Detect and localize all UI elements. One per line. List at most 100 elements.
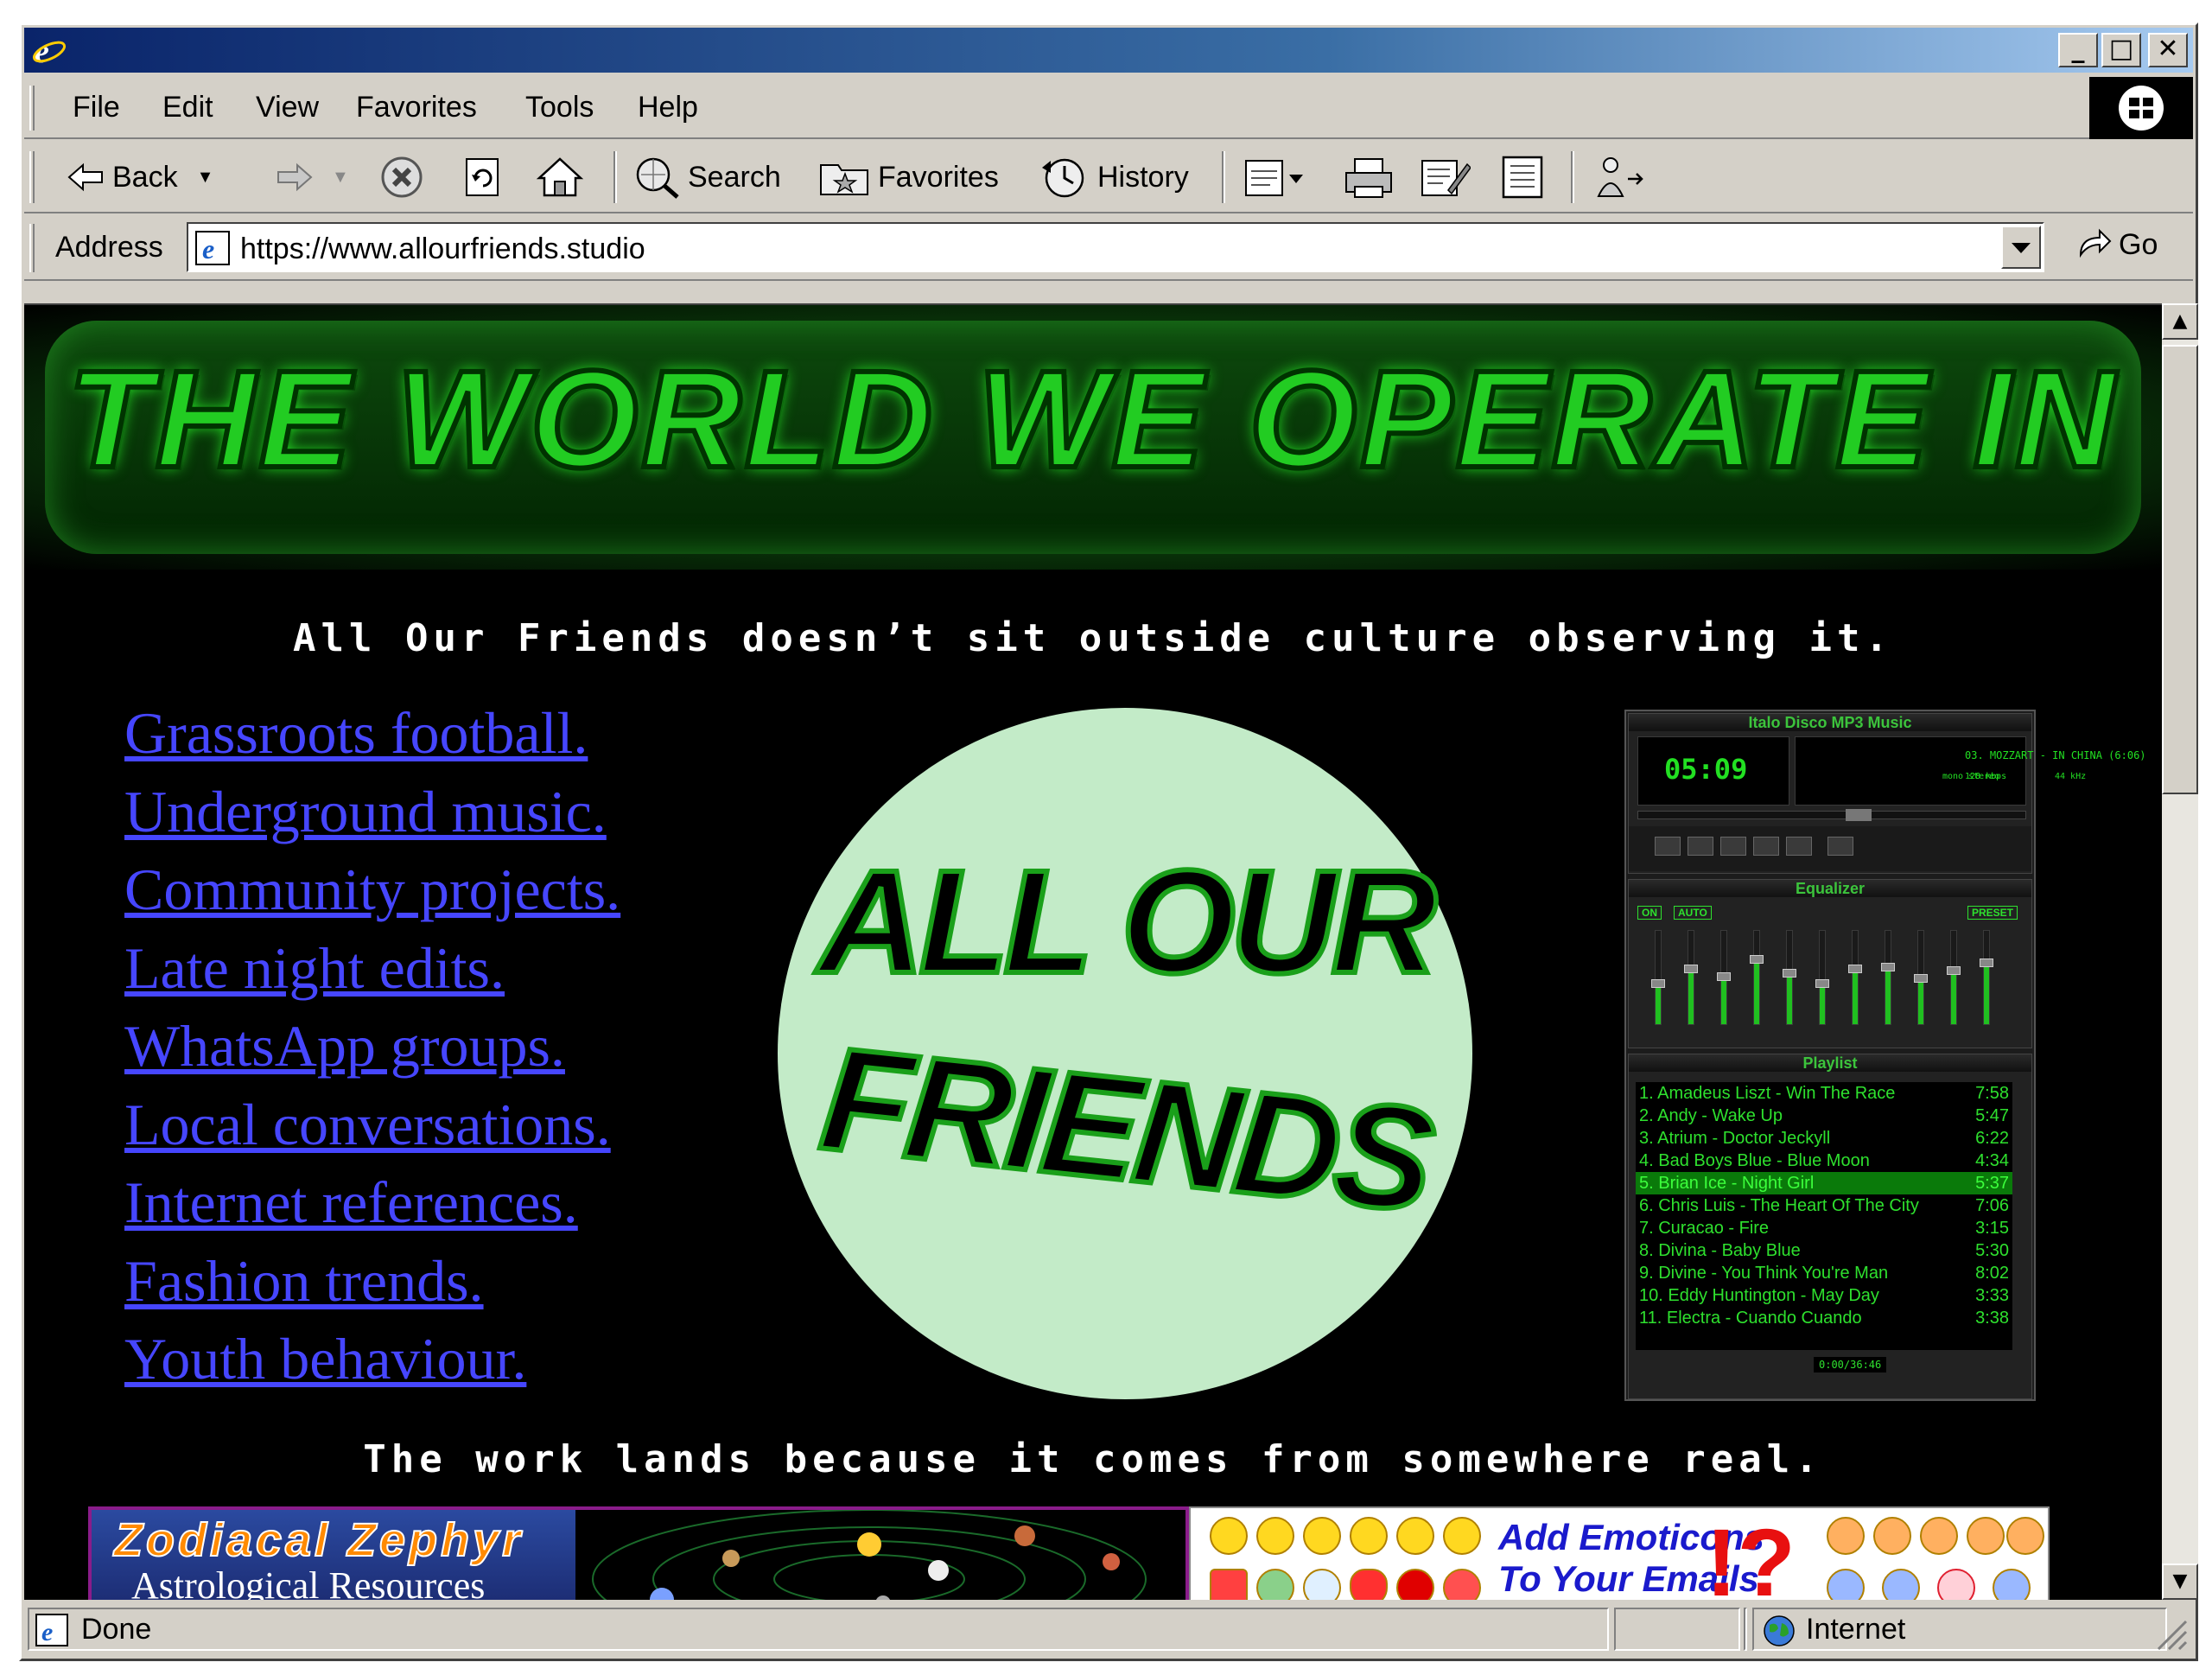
eq-band-slider[interactable] bbox=[1651, 930, 1665, 1025]
discuss-button[interactable] bbox=[1497, 153, 1555, 201]
link-internet-references[interactable]: Internet references. bbox=[124, 1163, 620, 1242]
eq-band-slider[interactable] bbox=[1947, 930, 1961, 1025]
eq-band-slider[interactable] bbox=[1815, 930, 1829, 1025]
playlist-row[interactable]: 1. Amadeus Liszt - Win The Race 7:58 bbox=[1636, 1082, 2012, 1105]
eq-on-button[interactable]: ON bbox=[1637, 906, 1662, 920]
menubar-grip[interactable] bbox=[29, 86, 35, 131]
toolbar-grip[interactable] bbox=[29, 151, 35, 203]
playlist-row[interactable]: 6. Chris Luis - The Heart Of The City 7:0… bbox=[1636, 1194, 2012, 1217]
playlist-row[interactable]: 8. Divina - Baby Blue 5:30 bbox=[1636, 1239, 2012, 1262]
eq-band-knob[interactable] bbox=[1947, 966, 1961, 975]
back-button[interactable]: Back ▼ bbox=[67, 153, 213, 201]
mail-button[interactable] bbox=[1243, 153, 1312, 201]
link-whatsapp-groups[interactable]: WhatsApp groups. bbox=[124, 1007, 620, 1086]
page-viewport[interactable]: THE WORLD WE OPERATE IN All Our Friends … bbox=[24, 303, 2162, 1600]
forward-dropdown-icon[interactable]: ▼ bbox=[332, 168, 349, 188]
playlist-row[interactable]: 3. Atrium - Doctor Jeckyll 6:22 bbox=[1636, 1127, 2012, 1150]
prev-button[interactable] bbox=[1655, 837, 1681, 856]
search-button[interactable]: Search bbox=[634, 153, 781, 201]
eq-band-slider[interactable] bbox=[1980, 930, 1993, 1025]
maximize-button[interactable]: □ bbox=[2101, 33, 2141, 67]
address-input[interactable]: e https://www.allourfriends.studio bbox=[187, 222, 2044, 272]
edit-button[interactable] bbox=[1419, 153, 1478, 201]
link-community-projects[interactable]: Community projects. bbox=[124, 850, 620, 929]
link-fashion-trends[interactable]: Fashion trends. bbox=[124, 1242, 620, 1321]
address-dropdown-button[interactable] bbox=[2001, 226, 2041, 269]
eq-band-slider[interactable] bbox=[1848, 930, 1862, 1025]
eq-band-knob[interactable] bbox=[1881, 963, 1895, 971]
link-late-night-edits[interactable]: Late night edits. bbox=[124, 929, 620, 1008]
next-button[interactable] bbox=[1786, 837, 1812, 856]
playlist-row[interactable]: 2. Andy - Wake Up 5:47 bbox=[1636, 1105, 2012, 1127]
eq-band-knob[interactable] bbox=[1848, 965, 1862, 973]
eq-band-slider[interactable] bbox=[1750, 930, 1764, 1025]
menu-tools[interactable]: Tools bbox=[525, 91, 594, 124]
zodiacal-zephyr-ad[interactable]: Zodiacal Zephyr Astrological Resources bbox=[88, 1506, 1189, 1600]
menu-file[interactable]: File bbox=[73, 91, 120, 124]
eq-band-slider[interactable] bbox=[1881, 930, 1895, 1025]
eq-auto-button[interactable]: AUTO bbox=[1674, 906, 1712, 920]
eq-band-knob[interactable] bbox=[1980, 959, 1993, 967]
playlist-row[interactable]: 5. Brian Ice - Night Girl 5:37 bbox=[1636, 1172, 2012, 1194]
winamp-title[interactable]: Italo Disco MP3 Music bbox=[1629, 714, 2031, 731]
back-dropdown-icon[interactable]: ▼ bbox=[197, 168, 214, 188]
equalizer-title[interactable]: Equalizer bbox=[1629, 880, 2031, 897]
topic-links: Grassroots football. Underground music. … bbox=[124, 694, 620, 1398]
messenger-button[interactable] bbox=[1592, 153, 1654, 201]
eject-button[interactable] bbox=[1827, 837, 1853, 856]
title-bar[interactable]: e _ □ ✕ bbox=[24, 28, 2193, 73]
seek-thumb[interactable] bbox=[1846, 809, 1872, 821]
eq-band-slider[interactable] bbox=[1783, 930, 1796, 1025]
close-button[interactable]: ✕ bbox=[2148, 33, 2188, 67]
scroll-thumb[interactable] bbox=[2162, 345, 2198, 794]
eq-band-knob[interactable] bbox=[1783, 969, 1796, 978]
address-url[interactable]: https://www.allourfriends.studio bbox=[240, 232, 645, 266]
eq-band-knob[interactable] bbox=[1651, 979, 1665, 988]
playlist-row[interactable]: 7. Curacao - Fire 3:15 bbox=[1636, 1217, 2012, 1239]
home-button[interactable] bbox=[536, 153, 591, 201]
addressbar-grip[interactable] bbox=[29, 224, 35, 272]
lips-icon bbox=[1350, 1569, 1388, 1600]
emoticons-ad[interactable]: Add Emoticons To Your Emails !? bbox=[1189, 1506, 2050, 1600]
winamp-seek-bar[interactable] bbox=[1637, 809, 2026, 821]
eq-band-slider[interactable] bbox=[1914, 930, 1928, 1025]
menu-help[interactable]: Help bbox=[638, 91, 698, 124]
menu-bar: File Edit View Favorites Tools Help bbox=[24, 77, 2193, 139]
eq-band-knob[interactable] bbox=[1717, 972, 1731, 981]
menu-favorites[interactable]: Favorites bbox=[356, 91, 477, 124]
eq-band-knob[interactable] bbox=[1815, 979, 1829, 988]
eq-band-knob[interactable] bbox=[1914, 974, 1928, 983]
playlist-row[interactable]: 9. Divine - You Think You're Man 8:02 bbox=[1636, 1262, 2012, 1284]
link-local-conversations[interactable]: Local conversations. bbox=[124, 1086, 620, 1164]
scroll-up-button[interactable]: ▲ bbox=[2162, 303, 2198, 340]
eq-band-slider[interactable] bbox=[1717, 930, 1731, 1025]
scroll-down-button[interactable]: ▼ bbox=[2162, 1564, 2198, 1600]
playlist-row[interactable]: 11. Electra - Cuando Cuando 3:38 bbox=[1636, 1307, 2012, 1329]
link-grassroots-football[interactable]: Grassroots football. bbox=[124, 694, 620, 773]
print-button[interactable] bbox=[1343, 153, 1402, 201]
playlist-row[interactable]: 4. Bad Boys Blue - Blue Moon 4:34 bbox=[1636, 1150, 2012, 1172]
history-button[interactable]: History bbox=[1039, 153, 1189, 201]
playlist-title[interactable]: Playlist bbox=[1629, 1054, 2031, 1072]
refresh-button[interactable] bbox=[461, 153, 512, 201]
play-button[interactable] bbox=[1688, 837, 1713, 856]
vertical-scrollbar[interactable]: ▲ ▼ bbox=[2162, 303, 2198, 1600]
link-underground-music[interactable]: Underground music. bbox=[124, 773, 620, 851]
stop-track-button[interactable] bbox=[1753, 837, 1779, 856]
playlist-row[interactable]: 10. Eddy Huntington - May Day 3:33 bbox=[1636, 1284, 2012, 1307]
eq-preset-button[interactable]: PRESET bbox=[1967, 906, 2018, 920]
menu-edit[interactable]: Edit bbox=[162, 91, 213, 124]
favorites-button[interactable]: Favorites bbox=[819, 153, 999, 201]
forward-button[interactable]: ▼ bbox=[275, 153, 349, 201]
menu-view[interactable]: View bbox=[256, 91, 319, 124]
minimize-button[interactable]: _ bbox=[2058, 33, 2098, 67]
go-button[interactable]: Go bbox=[2075, 227, 2158, 262]
eq-band-knob[interactable] bbox=[1684, 965, 1698, 973]
eq-band-knob[interactable] bbox=[1750, 955, 1764, 964]
stop-button[interactable] bbox=[380, 153, 430, 201]
pause-button[interactable] bbox=[1720, 837, 1746, 856]
resize-grip-icon[interactable] bbox=[2152, 1614, 2190, 1653]
link-youth-behaviour[interactable]: Youth behaviour. bbox=[124, 1320, 620, 1398]
eq-band-slider[interactable] bbox=[1684, 930, 1698, 1025]
smiley-icon bbox=[1256, 1517, 1294, 1555]
